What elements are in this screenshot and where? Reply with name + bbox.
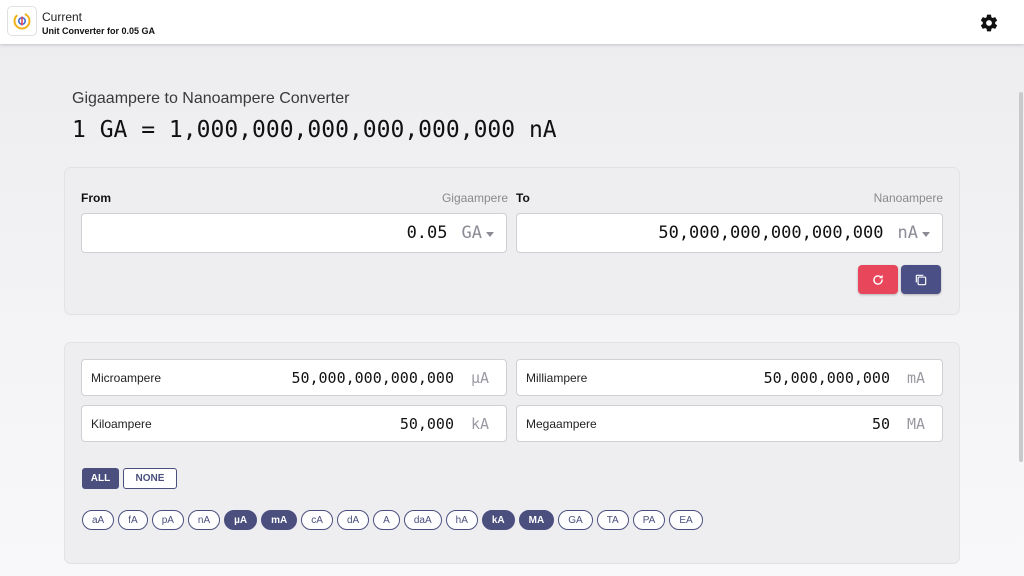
refresh-icon <box>873 274 883 285</box>
chevron-down-icon[interactable] <box>486 231 494 237</box>
unit-chip[interactable]: kA <box>481 510 515 530</box>
chevron-down-icon[interactable] <box>922 231 930 237</box>
to-value: 50,000,000,000,000,000 <box>658 223 884 243</box>
to-unit-name: Nanoampere <box>873 191 943 205</box>
result-kiloampere[interactable]: Kiloampere 50,000 kA <box>81 405 507 442</box>
unit-chip[interactable]: mA <box>261 510 298 530</box>
result-symbol: kA <box>470 415 489 433</box>
result-megaampere[interactable]: Megaampere 50 MA <box>516 405 943 442</box>
result-name: Milliampere <box>526 371 588 385</box>
app-header: Current Unit Converter for 0.05 GA <box>0 0 1024 44</box>
unit-chip[interactable]: GA <box>558 510 593 530</box>
result-symbol: mA <box>906 369 925 387</box>
from-unit-name: Gigaampere <box>441 191 508 205</box>
result-value: 50 <box>871 415 890 433</box>
copy-icon <box>915 274 927 285</box>
app-subtitle: Unit Converter for 0.05 GA <box>42 26 156 36</box>
unit-chip[interactable]: A <box>373 510 400 530</box>
unit-chip[interactable]: fA <box>118 510 148 530</box>
unit-chip[interactable]: hA <box>445 510 478 530</box>
converter-title: Gigaampere to Nanoampere Converter <box>72 90 350 107</box>
from-unit-select[interactable]: GA <box>462 223 482 243</box>
unit-chip[interactable]: nA <box>187 510 221 530</box>
unit-chip[interactable]: µA <box>224 510 258 530</box>
scrollbar[interactable] <box>1018 44 1024 576</box>
result-name: Kiloampere <box>91 417 152 431</box>
result-symbol: MA <box>906 415 925 433</box>
reset-button[interactable] <box>858 265 898 294</box>
from-value[interactable]: 0.05 <box>407 223 448 243</box>
to-label: To <box>516 191 530 205</box>
unit-chip[interactable]: EA <box>669 510 703 530</box>
unit-chip[interactable]: cA <box>301 510 333 530</box>
select-all-button[interactable]: ALL <box>82 468 119 489</box>
result-symbol: µA <box>470 369 489 387</box>
unit-chip[interactable]: aA <box>82 510 115 530</box>
unit-chip-list: aA fA pA nA µA mA cA dA AdaA hA kA MA GA TA PA EA <box>82 510 703 530</box>
app-logo-icon <box>7 6 37 36</box>
unit-chip[interactable]: dA <box>336 510 370 530</box>
unit-chip[interactable]: pA <box>151 510 184 530</box>
unit-chip[interactable]: TA <box>596 510 629 530</box>
result-milliampere[interactable]: Milliampere 50,000,000,000 mA <box>516 359 943 396</box>
result-value: 50,000 <box>399 415 454 433</box>
select-none-button[interactable]: NONE <box>123 468 177 489</box>
to-unit-select[interactable]: nA <box>898 223 918 243</box>
conversion-formula: 1 GA = 1,000,000,000,000,000,000 nA <box>72 117 557 143</box>
unit-chip[interactable]: MA <box>518 510 555 530</box>
from-input[interactable]: 0.05 GA <box>81 213 507 253</box>
copy-button[interactable] <box>901 265 941 294</box>
app-title: Current <box>42 10 83 24</box>
result-value: 50,000,000,000,000 <box>291 369 454 387</box>
settings-button[interactable] <box>978 12 1000 34</box>
unit-chip[interactable]: PA <box>632 510 666 530</box>
from-label: From <box>81 191 111 205</box>
result-value: 50,000,000,000 <box>763 369 890 387</box>
result-name: Megaampere <box>526 417 597 431</box>
scrollbar-thumb[interactable] <box>1019 92 1023 462</box>
result-microampere[interactable]: Microampere 50,000,000,000,000 µA <box>81 359 507 396</box>
gear-icon <box>980 14 998 32</box>
result-name: Microampere <box>91 371 162 385</box>
to-output[interactable]: 50,000,000,000,000,000 nA <box>516 213 943 253</box>
unit-chip[interactable]: daA <box>403 510 442 530</box>
